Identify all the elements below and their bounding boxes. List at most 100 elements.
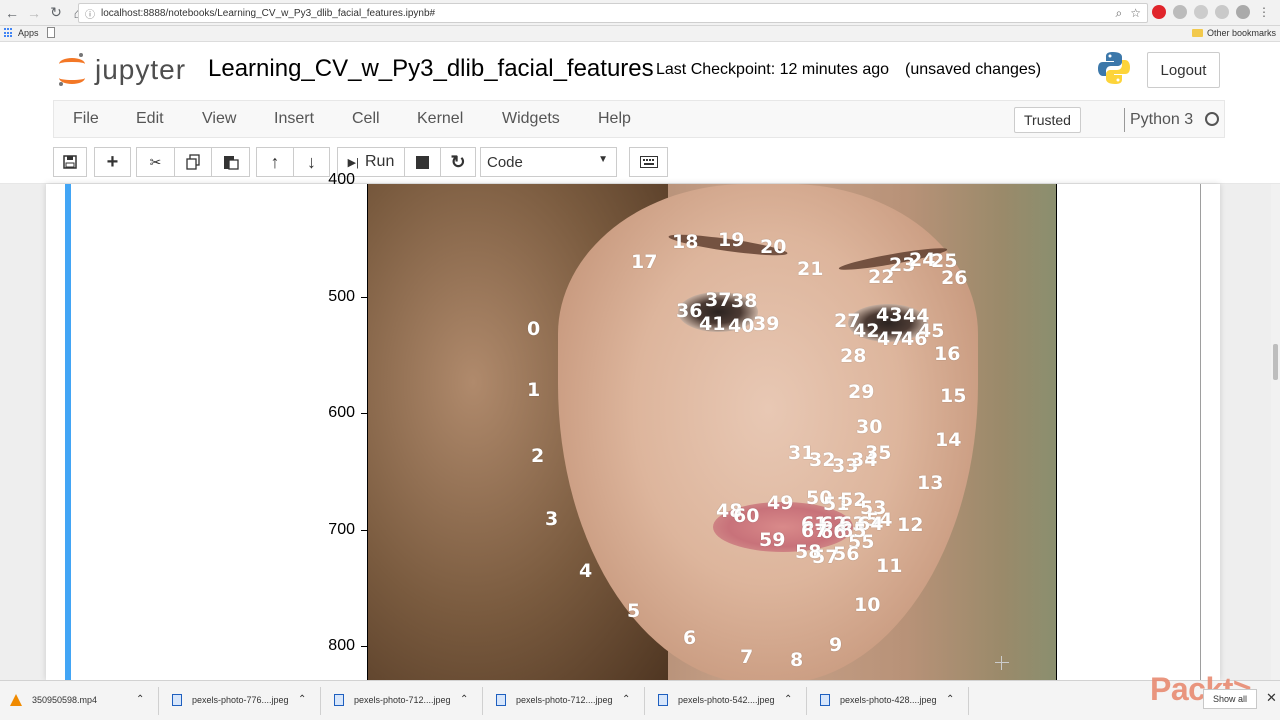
download-filename: pexels-photo-542....jpeg — [678, 695, 775, 705]
scissors-icon: ✂ — [149, 153, 162, 170]
menu-widgets[interactable]: Widgets — [502, 110, 560, 128]
cut-button[interactable]: ✂ — [136, 147, 175, 177]
trusted-indicator[interactable]: Trusted — [1014, 107, 1081, 133]
chevron-up-icon[interactable]: ⌃ — [622, 694, 630, 705]
chevron-up-icon[interactable]: ⌃ — [784, 694, 792, 705]
close-icon[interactable]: ✕ — [1266, 690, 1277, 706]
landmark-label: 47 — [877, 328, 904, 350]
chevron-up-icon[interactable]: ⌃ — [298, 694, 306, 705]
landmark-label: 16 — [934, 343, 961, 365]
menu-help[interactable]: Help — [598, 110, 631, 128]
download-item[interactable]: pexels-photo-542....jpeg — [658, 689, 775, 711]
downloads-bar: 350950598.mp4 ⌃ pexels-photo-776....jpeg… — [0, 680, 1280, 720]
landmark-label: 7 — [740, 646, 754, 668]
landmark-label: 19 — [718, 229, 745, 251]
save-button[interactable] — [53, 147, 87, 177]
opera-extension-icon[interactable] — [1152, 5, 1166, 19]
landmark-label: 58 — [795, 541, 822, 563]
page-scrollbar[interactable] — [1271, 184, 1280, 680]
landmark-label: 28 — [840, 345, 867, 367]
menu-view[interactable]: View — [202, 110, 236, 128]
landmark-label: 8 — [790, 649, 804, 671]
extension-icon[interactable] — [1236, 5, 1250, 19]
arrow-down-icon: ↓ — [307, 151, 316, 172]
landmark-label: 49 — [767, 492, 794, 514]
menu-edit[interactable]: Edit — [136, 110, 164, 128]
bookmark-star-icon[interactable]: ☆ — [1130, 6, 1141, 21]
menu-icon[interactable]: ⋮ — [1257, 5, 1271, 19]
y-tick-label: 500 — [328, 288, 355, 305]
extension-icon[interactable] — [1215, 5, 1229, 19]
landmark-label: 59 — [759, 529, 786, 551]
reload-icon[interactable]: ↻ — [46, 3, 66, 23]
kernel-name[interactable]: Python 3 — [1130, 111, 1193, 129]
landmark-label: 39 — [753, 313, 780, 335]
copy-button[interactable] — [174, 147, 212, 177]
chevron-up-icon[interactable]: ⌃ — [460, 694, 468, 705]
chevron-up-icon[interactable]: ⌃ — [946, 694, 954, 705]
jupyter-logo[interactable]: jupyter — [57, 52, 186, 88]
menu-kernel[interactable]: Kernel — [417, 110, 463, 128]
landmark-label: 0 — [527, 318, 541, 340]
y-tick-label: 800 — [328, 637, 355, 654]
download-item[interactable]: 350950598.mp4 — [10, 689, 97, 711]
chevron-up-icon[interactable]: ⌃ — [136, 694, 144, 705]
landmark-label: 5 — [627, 600, 641, 622]
scrollbar-thumb[interactable] — [1273, 344, 1278, 380]
image-file-icon — [658, 694, 668, 706]
move-up-button[interactable]: ↑ — [256, 147, 294, 177]
site-info-icon[interactable]: ⓘ — [85, 6, 95, 21]
forward-icon[interactable]: → — [24, 3, 44, 23]
image-file-icon — [334, 694, 344, 706]
cell-type-value: Code — [487, 153, 523, 171]
landmark-label: 41 — [699, 313, 726, 335]
paste-button[interactable] — [211, 147, 250, 177]
landmark-label: 11 — [876, 555, 903, 577]
download-filename: pexels-photo-776....jpeg — [192, 695, 289, 705]
download-filename: pexels-photo-428....jpeg — [840, 695, 937, 705]
landmark-label: 37 — [705, 289, 732, 311]
landmark-label: 40 — [728, 315, 755, 337]
other-bookmarks-label: Other bookmarks — [1206, 28, 1276, 38]
landmark-label: 46 — [901, 328, 928, 350]
extension-icon[interactable] — [1194, 5, 1208, 19]
checkpoint-status: Last Checkpoint: 12 minutes ago — [656, 61, 890, 78]
stop-icon — [416, 155, 429, 169]
restart-button[interactable]: ↻ — [440, 147, 476, 177]
insert-cell-button[interactable]: + — [94, 147, 131, 177]
back-icon[interactable]: ← — [2, 3, 22, 23]
zoom-icon[interactable]: ⌕ — [1116, 6, 1123, 21]
menu-file[interactable]: File — [73, 110, 99, 128]
command-palette-button[interactable] — [629, 147, 668, 177]
landmark-label: 20 — [760, 236, 787, 258]
notebook-toolbar: + ✂ ↑ ↓ ▶| Run ↻ Code ▼ — [0, 138, 1280, 184]
apps-bookmark[interactable]: Apps — [4, 28, 39, 38]
download-filename: 350950598.mp4 — [32, 695, 98, 705]
landmark-label: 21 — [797, 258, 824, 280]
address-bar[interactable]: ⓘ localhost:8888/notebooks/Learning_CV_w… — [78, 3, 1148, 23]
y-tick-label: 400 — [328, 171, 355, 188]
jupyter-logo-text: jupyter — [95, 54, 187, 85]
extension-icon[interactable] — [1173, 5, 1187, 19]
image-file-icon — [172, 694, 182, 706]
show-all-button[interactable]: Show all — [1203, 689, 1257, 709]
download-item[interactable]: pexels-photo-776....jpeg — [172, 689, 289, 711]
download-item[interactable]: pexels-photo-428....jpeg — [820, 689, 937, 711]
landmark-label: 26 — [941, 267, 968, 289]
landmark-label: 38 — [731, 290, 758, 312]
landmark-label: 14 — [935, 429, 962, 451]
other-bookmarks[interactable]: Other bookmarks — [1191, 28, 1276, 38]
download-item[interactable]: pexels-photo-712....jpeg — [496, 689, 613, 711]
interrupt-button[interactable] — [404, 147, 441, 177]
page-bookmark-icon[interactable] — [47, 27, 55, 38]
menu-cell[interactable]: Cell — [352, 110, 380, 128]
y-tick-label: 600 — [328, 404, 355, 421]
logout-button[interactable]: Logout — [1147, 52, 1220, 88]
notebook-title[interactable]: Learning_CV_w_Py3_dlib_facial_features — [208, 55, 654, 83]
cell-type-select[interactable]: Code ▼ — [480, 147, 617, 177]
paste-icon — [223, 156, 239, 170]
download-item[interactable]: pexels-photo-712....jpeg — [334, 689, 451, 711]
kernel-separator — [1124, 108, 1125, 132]
menu-insert[interactable]: Insert — [274, 110, 314, 128]
url-text: localhost:8888/notebooks/Learning_CV_w_P… — [101, 7, 436, 19]
